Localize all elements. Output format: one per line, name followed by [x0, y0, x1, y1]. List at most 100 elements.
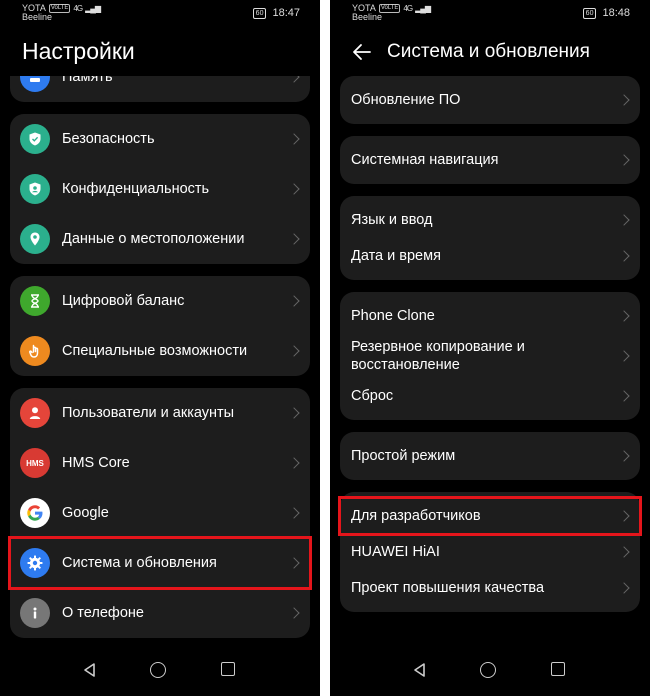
system-item-language-input[interactable]: Язык и ввод	[340, 202, 640, 238]
system-item-label: Резервное копирование и восстановление	[351, 339, 525, 373]
settings-item-label: Цифровой баланс	[62, 293, 185, 309]
system-item-huawei-hiai[interactable]: HUAWEI HiAI	[340, 534, 640, 570]
system-item-label: Проект повышения качества	[351, 580, 545, 596]
settings-item-google[interactable]: Google	[10, 488, 310, 538]
chevron-right-icon	[288, 457, 300, 469]
chevron-right-icon	[618, 350, 630, 362]
chevron-right-icon	[288, 407, 300, 419]
system-item-reset[interactable]: Сброс	[340, 378, 640, 414]
system-item-label: Язык и ввод	[351, 212, 433, 228]
card-group: Память	[10, 76, 310, 102]
settings-item-accessibility[interactable]: Специальные возможности	[10, 326, 310, 376]
card-group: Язык и ввод Дата и время	[340, 196, 640, 280]
chevron-right-icon	[618, 310, 630, 322]
system-item-software-update[interactable]: Обновление ПО	[340, 82, 640, 118]
system-item-date-time[interactable]: Дата и время	[340, 238, 640, 274]
chevron-right-icon	[288, 76, 300, 83]
settings-item-label: Пользователи и аккаунты	[62, 405, 235, 421]
settings-item-label: Память	[62, 76, 113, 85]
card-group: Цифровой баланс Специальные возможности	[10, 276, 310, 376]
battery-icon: 60	[582, 7, 597, 19]
nav-home-icon[interactable]	[480, 662, 496, 678]
system-item-label: Простой режим	[351, 448, 456, 464]
clock: 18:47	[272, 7, 300, 19]
navigation-bar	[330, 650, 650, 696]
clock: 18:48	[602, 7, 630, 19]
system-item-label: HUAWEI HiAI	[351, 544, 440, 560]
card-group: Обновление ПО	[340, 76, 640, 124]
chevron-right-icon	[618, 450, 630, 462]
navigation-bar	[0, 650, 320, 696]
chevron-right-icon	[288, 295, 300, 307]
nav-back-icon[interactable]	[412, 662, 428, 678]
hms-icon: HMS	[20, 448, 50, 478]
system-list[interactable]: Обновление ПО Системная навигация Язык и в…	[340, 76, 640, 650]
hms-icon-text: HMS	[26, 458, 44, 468]
chevron-right-icon	[618, 214, 630, 226]
memory-icon	[20, 76, 50, 92]
card-group: Системная навигация	[340, 136, 640, 184]
battery-icon: 60	[252, 7, 267, 19]
settings-item-security[interactable]: Безопасность	[10, 114, 310, 164]
chevron-right-icon	[618, 250, 630, 262]
chevron-right-icon	[618, 582, 630, 594]
nav-back-icon[interactable]	[82, 662, 98, 678]
settings-item-label: Конфиденциальность	[62, 181, 210, 197]
settings-item-memory[interactable]: Память	[10, 76, 310, 102]
chevron-right-icon	[618, 94, 630, 106]
system-item-system-navigation[interactable]: Системная навигация	[340, 142, 640, 178]
system-item-label: Обновление ПО	[351, 92, 461, 108]
status-bar: YOTA VoLTE 4G ▂▄▆ Beeline 60 18:48	[330, 0, 650, 26]
page-title: Настройки	[22, 38, 135, 64]
system-item-simple-mode[interactable]: Простой режим	[340, 438, 640, 474]
status-bar: YOTA VoLTE 4G ▂▄▆ Beeline 60 18:47	[0, 0, 320, 26]
system-updates-screen: YOTA VoLTE 4G ▂▄▆ Beeline 60 18:48 Систе…	[330, 0, 650, 696]
signal-icon: ▂▄▆	[415, 4, 431, 13]
settings-item-label: Безопасность	[62, 131, 155, 147]
system-item-label: Дата и время	[351, 248, 441, 264]
settings-item-digital-balance[interactable]: Цифровой баланс	[10, 276, 310, 326]
card-group: Простой режим	[340, 432, 640, 480]
card-group: Безопасность Конфиденциальность Данные о м…	[10, 114, 310, 264]
nav-recent-icon[interactable]	[551, 662, 565, 676]
settings-item-location[interactable]: Данные о местоположении	[10, 214, 310, 264]
card-group: Phone Clone Резервное копирование и восст…	[340, 292, 640, 420]
chevron-right-icon	[618, 154, 630, 166]
settings-item-label: Данные о местоположении	[62, 231, 245, 247]
info-icon	[20, 598, 50, 628]
settings-item-label: HMS Core	[62, 455, 130, 471]
chevron-right-icon	[288, 607, 300, 619]
system-item-backup-restore[interactable]: Резервное копирование и восстановление	[340, 334, 640, 378]
settings-item-about[interactable]: О телефоне	[10, 588, 310, 638]
hourglass-icon	[20, 286, 50, 316]
signal-icon: ▂▄▆	[85, 4, 101, 13]
carrier2-name: Beeline	[22, 12, 53, 22]
carrier2-name: Beeline	[352, 12, 383, 22]
system-item-label: Системная навигация	[351, 152, 499, 168]
settings-item-hms-core[interactable]: HMS HMS Core	[10, 438, 310, 488]
network-type: 4G	[403, 4, 413, 13]
settings-item-privacy[interactable]: Конфиденциальность	[10, 164, 310, 214]
settings-item-label: Google	[62, 505, 109, 521]
app-header: Система и обновления	[330, 38, 650, 68]
nav-recent-icon[interactable]	[221, 662, 235, 676]
chevron-right-icon	[288, 345, 300, 357]
page-title: Система и обновления	[387, 41, 590, 62]
nav-home-icon[interactable]	[150, 662, 166, 678]
system-item-label: Phone Clone	[351, 308, 435, 324]
settings-item-users[interactable]: Пользователи и аккаунты	[10, 388, 310, 438]
chevron-right-icon	[288, 133, 300, 145]
system-item-quality-program[interactable]: Проект повышения качества	[340, 570, 640, 606]
location-pin-icon	[20, 224, 50, 254]
volte-badge: VoLTE	[378, 4, 401, 13]
highlight-box	[338, 496, 642, 536]
carrier-info: YOTA VoLTE 4G ▂▄▆ Beeline	[352, 4, 431, 22]
chevron-right-icon	[288, 507, 300, 519]
carrier-info: YOTA VoLTE 4G ▂▄▆ Beeline	[22, 4, 101, 22]
google-icon	[20, 498, 50, 528]
system-item-phone-clone[interactable]: Phone Clone	[340, 298, 640, 334]
back-arrow-icon[interactable]	[350, 40, 374, 64]
settings-item-label: О телефоне	[62, 605, 144, 621]
settings-screen: YOTA VoLTE 4G ▂▄▆ Beeline 60 18:47 Настр…	[0, 0, 320, 696]
chevron-right-icon	[288, 183, 300, 195]
